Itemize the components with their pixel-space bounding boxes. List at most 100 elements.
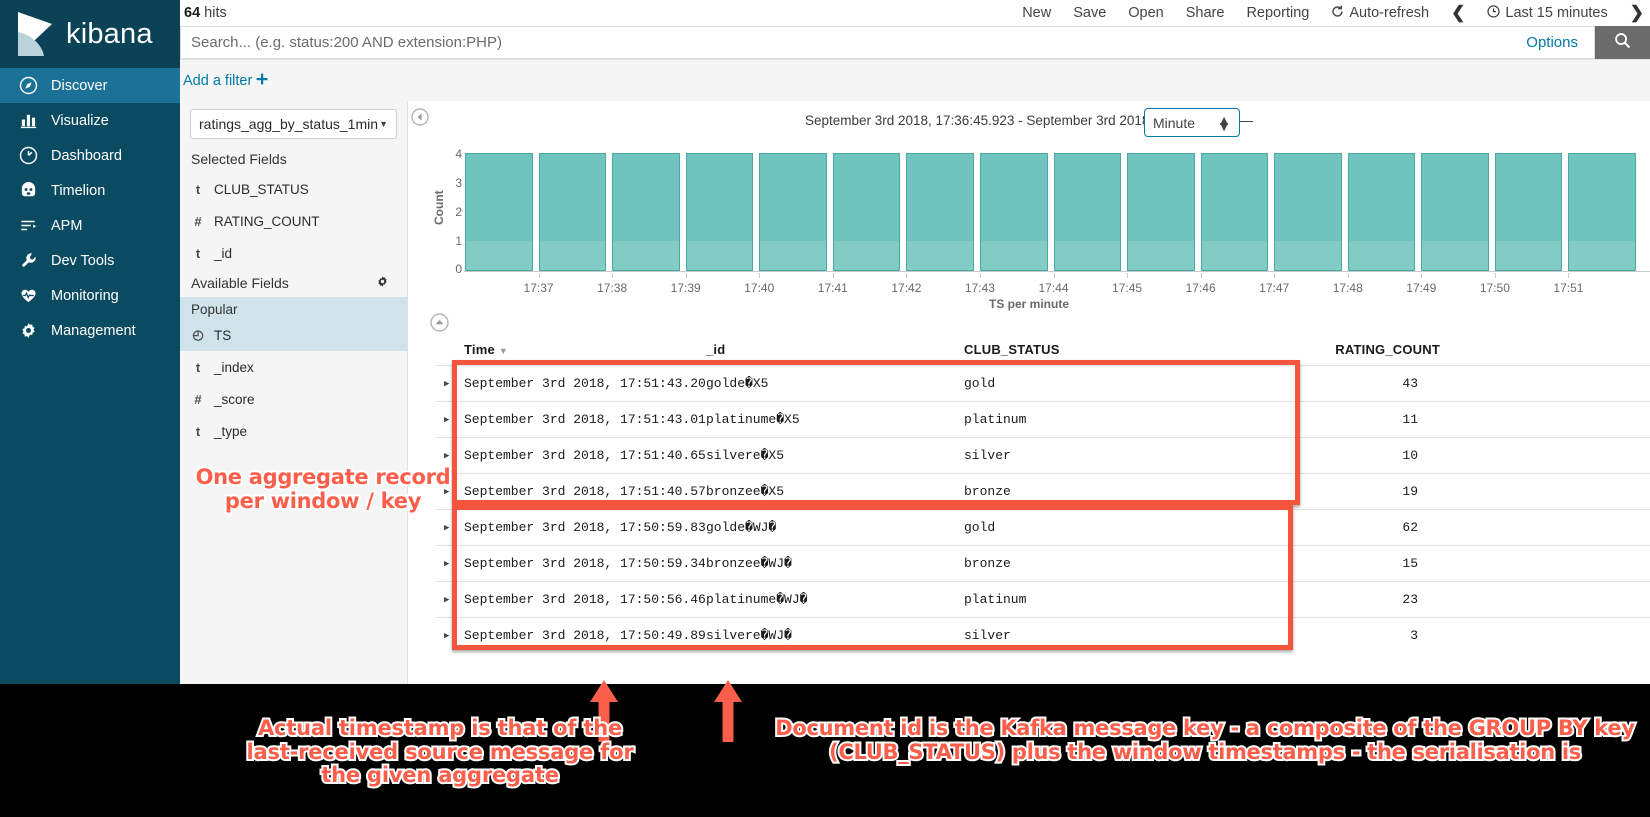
chart-tick-mark bbox=[686, 273, 687, 278]
search-input[interactable] bbox=[191, 34, 1526, 51]
table-row[interactable]: ▶September 3rd 2018, 17:51:43.013platinu… bbox=[436, 401, 1650, 437]
search-options-link[interactable]: Options bbox=[1526, 34, 1584, 51]
sidebar-item-timelion[interactable]: Timelion bbox=[0, 173, 180, 208]
chart-bar[interactable] bbox=[1127, 153, 1195, 271]
expand-row-icon[interactable]: ▶ bbox=[436, 523, 464, 533]
table-row[interactable]: ▶September 3rd 2018, 17:50:56.463platinu… bbox=[436, 581, 1650, 617]
field-type-icon: t bbox=[192, 246, 204, 261]
gear-icon bbox=[18, 321, 38, 341]
add-filter-button[interactable]: Add a filter bbox=[183, 73, 268, 89]
chart-bar[interactable] bbox=[612, 153, 680, 271]
save-button[interactable]: Save bbox=[1073, 5, 1106, 21]
sidebar-item-apm[interactable]: APM bbox=[0, 208, 180, 243]
expand-row-icon[interactable]: ▶ bbox=[436, 595, 464, 605]
column-header-time[interactable]: Time▼ bbox=[464, 342, 706, 357]
chart-tick-mark bbox=[612, 273, 613, 278]
open-button[interactable]: Open bbox=[1128, 5, 1163, 21]
field-name: CLUB_STATUS bbox=[214, 182, 309, 197]
expand-row-icon[interactable]: ▶ bbox=[436, 415, 464, 425]
stepper-icon: ▲▼ bbox=[1217, 117, 1231, 129]
add-filter-label: Add a filter bbox=[183, 73, 252, 89]
table-row[interactable]: ▶September 3rd 2018, 17:51:43.201golde�X… bbox=[436, 365, 1650, 401]
time-prev-button[interactable]: ❮ bbox=[1451, 3, 1465, 23]
chart-bar[interactable] bbox=[1274, 153, 1342, 271]
chart-bar-segment bbox=[1128, 241, 1194, 271]
reporting-button[interactable]: Reporting bbox=[1246, 5, 1309, 21]
table-row[interactable]: ▶September 3rd 2018, 17:50:59.838golde�W… bbox=[436, 509, 1650, 545]
sidebar-item-discover[interactable]: Discover bbox=[0, 68, 180, 103]
chart-bar[interactable] bbox=[1054, 153, 1122, 271]
discover-main-panel: September 3rd 2018, 17:36:45.923 - Septe… bbox=[408, 101, 1650, 684]
cell-time: September 3rd 2018, 17:51:43.013 bbox=[464, 412, 706, 427]
chart-bar[interactable] bbox=[539, 153, 607, 271]
chart-x-tick-label: 17:47 bbox=[1259, 281, 1289, 295]
sort-desc-icon[interactable]: ▼ bbox=[499, 346, 508, 356]
sidebar-item-monitoring[interactable]: Monitoring bbox=[0, 278, 180, 313]
sidebar-item-management[interactable]: Management bbox=[0, 313, 180, 348]
y-tick: 1 bbox=[455, 234, 462, 248]
share-button[interactable]: Share bbox=[1186, 5, 1225, 21]
field-club-status[interactable]: t CLUB_STATUS bbox=[180, 173, 407, 205]
table-row[interactable]: ▶September 3rd 2018, 17:50:49.892silvere… bbox=[436, 617, 1650, 653]
cell-rating-count: 10 bbox=[1264, 448, 1450, 463]
sidebar-item-visualize[interactable]: Visualize bbox=[0, 103, 180, 138]
sidebar-item-dashboard[interactable]: Dashboard bbox=[0, 138, 180, 173]
chart-x-axis-ticks: 17:3717:3817:3917:4017:4117:4217:4317:44… bbox=[465, 273, 1650, 295]
chart-bar[interactable] bbox=[1421, 153, 1489, 271]
chart-x-tick-label: 17:46 bbox=[1186, 281, 1216, 295]
gear-icon[interactable] bbox=[376, 275, 389, 291]
chart-tick-mark bbox=[539, 273, 540, 278]
table-row[interactable]: ▶September 3rd 2018, 17:51:40.651silvere… bbox=[436, 437, 1650, 473]
brand-header[interactable]: kibana bbox=[0, 0, 180, 68]
chart-bar[interactable] bbox=[1348, 153, 1416, 271]
collapse-up-icon[interactable] bbox=[430, 313, 450, 333]
chart-bar[interactable] bbox=[833, 153, 901, 271]
chart-bar[interactable] bbox=[1495, 153, 1563, 271]
auto-refresh-button[interactable]: Auto-refresh bbox=[1331, 5, 1429, 22]
brand-name: kibana bbox=[66, 18, 153, 51]
chart-bar[interactable] bbox=[686, 153, 754, 271]
table-row[interactable]: ▶September 3rd 2018, 17:50:59.348bronzee… bbox=[436, 545, 1650, 581]
field-id[interactable]: t _id bbox=[180, 237, 407, 269]
chart-bar[interactable] bbox=[980, 153, 1048, 271]
chart-tick-mark bbox=[1348, 273, 1349, 278]
chart-bar[interactable] bbox=[465, 153, 533, 271]
interval-select[interactable]: Minute ▲▼ bbox=[1144, 108, 1240, 137]
field-type[interactable]: t _type bbox=[180, 415, 407, 447]
cell-time: September 3rd 2018, 17:51:43.201 bbox=[464, 376, 706, 391]
sidebar-item-label: Visualize bbox=[51, 113, 109, 129]
field-score[interactable]: # _score bbox=[180, 383, 407, 415]
field-rating-count[interactable]: # RATING_COUNT bbox=[180, 205, 407, 237]
sidebar-item-dev-tools[interactable]: Dev Tools bbox=[0, 243, 180, 278]
chart-bar[interactable] bbox=[906, 153, 974, 271]
cell-id: silvere�X5 bbox=[706, 448, 964, 463]
expand-row-icon[interactable]: ▶ bbox=[436, 631, 464, 641]
cell-club-status: gold bbox=[964, 520, 1264, 535]
expand-row-icon[interactable]: ▶ bbox=[436, 559, 464, 569]
time-next-button[interactable]: ❯ bbox=[1630, 3, 1644, 23]
search-box[interactable]: Options bbox=[180, 26, 1595, 59]
field-ts[interactable]: ◴ TS bbox=[180, 319, 407, 351]
time-range-button[interactable]: Last 15 minutes bbox=[1487, 5, 1607, 22]
field-index[interactable]: t _index bbox=[180, 351, 407, 383]
chart-x-tick-label: 17:40 bbox=[744, 281, 774, 295]
cell-rating-count: 43 bbox=[1264, 376, 1450, 391]
chart-bar[interactable] bbox=[759, 153, 827, 271]
search-submit-button[interactable] bbox=[1595, 26, 1650, 59]
hit-count-number: 64 bbox=[184, 5, 200, 21]
cell-id: platinume�X5 bbox=[706, 412, 964, 427]
column-header-club-status[interactable]: CLUB_STATUS bbox=[964, 342, 1264, 357]
chart-x-axis-label: TS per minute bbox=[408, 297, 1650, 311]
expand-row-icon[interactable]: ▶ bbox=[436, 451, 464, 461]
chart-bar[interactable] bbox=[1201, 153, 1269, 271]
new-button[interactable]: New bbox=[1022, 5, 1051, 21]
cell-time: September 3rd 2018, 17:51:40.577 bbox=[464, 484, 706, 499]
table-row[interactable]: ▶September 3rd 2018, 17:51:40.577bronzee… bbox=[436, 473, 1650, 509]
cell-id: platinume�WJ� bbox=[706, 592, 964, 607]
expand-row-icon[interactable]: ▶ bbox=[436, 379, 464, 389]
histogram-chart[interactable]: Count 4 3 2 1 0 17:3717:3817:3917:4017:4… bbox=[408, 147, 1650, 317]
column-header-id[interactable]: _id bbox=[706, 342, 964, 357]
index-pattern-select[interactable]: ratings_agg_by_status_1min ▼ bbox=[190, 109, 397, 139]
column-header-rating-count[interactable]: RATING_COUNT bbox=[1264, 342, 1450, 357]
chart-bar[interactable] bbox=[1568, 153, 1636, 271]
